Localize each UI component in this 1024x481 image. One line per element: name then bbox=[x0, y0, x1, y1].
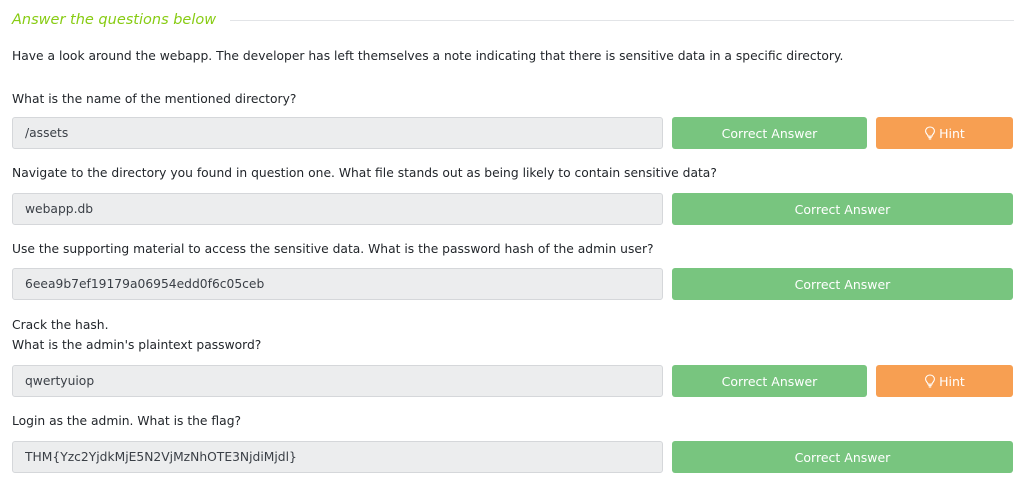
question-4-answer-field[interactable] bbox=[12, 365, 663, 397]
lightbulb-icon bbox=[925, 126, 936, 140]
question-1-answer-field[interactable] bbox=[12, 117, 663, 149]
question-4-correct-button[interactable]: Correct Answer bbox=[672, 365, 867, 397]
answer-section-header: Answer the questions below bbox=[12, 10, 1014, 30]
question-3-text: Use the supporting material to access th… bbox=[12, 242, 654, 256]
question-2-correct-button[interactable]: Correct Answer bbox=[672, 193, 1013, 225]
section-title: Answer the questions below bbox=[12, 12, 217, 28]
question-5-answer-field[interactable] bbox=[12, 441, 663, 473]
hint-label: Hint bbox=[939, 373, 965, 389]
task-intro: Have a look around the webapp. The devel… bbox=[12, 49, 844, 63]
hint-label: Hint bbox=[939, 125, 965, 141]
lightbulb-icon bbox=[925, 374, 936, 388]
question-2-answer-field[interactable] bbox=[12, 193, 663, 225]
question-5-correct-button[interactable]: Correct Answer bbox=[672, 441, 1013, 473]
question-4-hint-button[interactable]: Hint bbox=[876, 365, 1013, 397]
question-1-correct-button[interactable]: Correct Answer bbox=[672, 117, 867, 149]
question-1-hint-button[interactable]: Hint bbox=[876, 117, 1013, 149]
question-2-text: Navigate to the directory you found in q… bbox=[12, 166, 717, 180]
question-3-answer-field[interactable] bbox=[12, 268, 663, 300]
question-5-text: Login as the admin. What is the flag? bbox=[12, 414, 242, 428]
question-4-text-line-1: Crack the hash. bbox=[12, 318, 109, 332]
question-3-correct-button[interactable]: Correct Answer bbox=[672, 268, 1013, 300]
question-1-text: What is the name of the mentioned direct… bbox=[12, 92, 297, 106]
section-divider bbox=[230, 19, 1014, 21]
question-4-text-line-2: What is the admin's plaintext password? bbox=[12, 338, 262, 352]
